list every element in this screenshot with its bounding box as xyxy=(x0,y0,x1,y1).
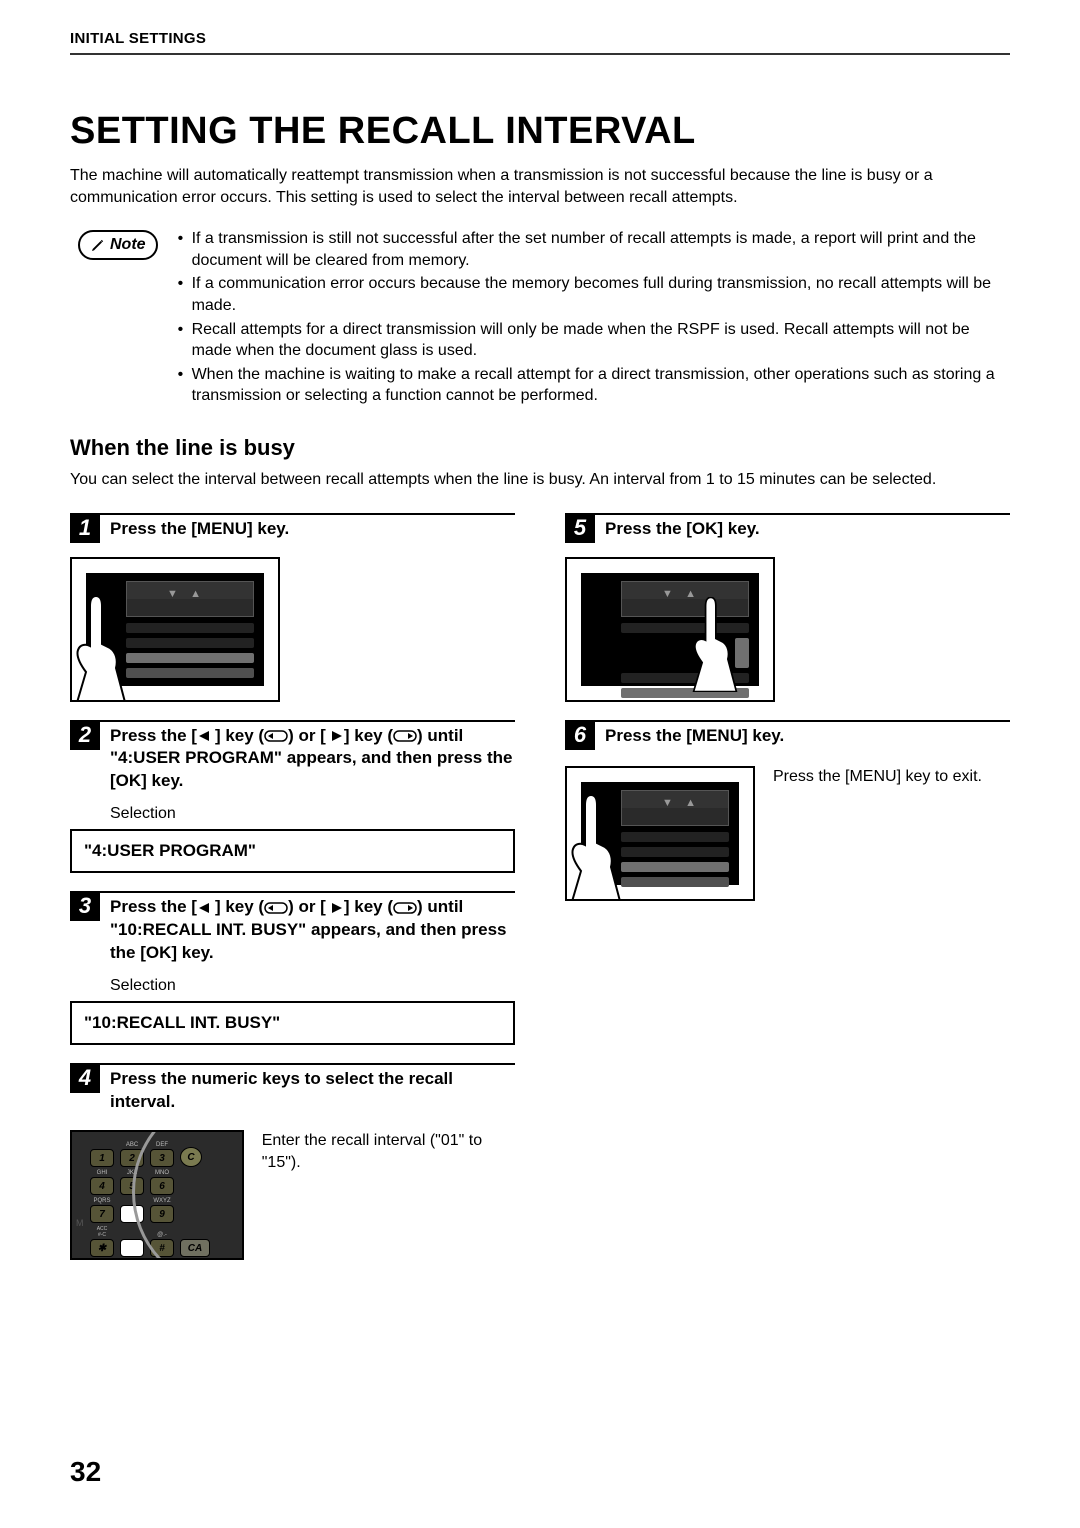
left-arrow-icon xyxy=(197,730,215,742)
step-2: 2 Press the [] key () or [] key () until… xyxy=(70,720,515,874)
left-column: 1 Press the [MENU] key. ▼ ▲ 2 Press the … xyxy=(70,513,515,1279)
subheading-desc: You can select the interval between reca… xyxy=(70,469,1010,491)
step-text: Press the numeric keys to select the rec… xyxy=(110,1065,515,1114)
step-text: Press the [MENU] key. xyxy=(605,722,784,748)
control-panel-illustration: ▼ ▲ xyxy=(565,766,755,901)
keypad-key-4: 4 xyxy=(90,1177,114,1195)
subheading: When the line is busy xyxy=(70,435,1010,461)
finger-icon xyxy=(565,795,631,901)
keypad-key-7: 7 xyxy=(90,1205,114,1223)
finger-icon xyxy=(70,596,136,702)
keypad-key-1: 1 xyxy=(90,1149,114,1167)
right-arrow-icon xyxy=(326,902,344,914)
keypad-key-0 xyxy=(120,1239,144,1257)
selection-box: "4:USER PROGRAM" xyxy=(70,829,515,873)
right-key-icon xyxy=(393,730,417,742)
note-item: When the machine is waiting to make a re… xyxy=(178,364,1010,407)
right-column: 5 Press the [OK] key. ▼ ▲ 6 Press the [M… xyxy=(565,513,1010,1279)
step-number: 2 xyxy=(70,720,100,750)
note-list: If a transmission is still not successfu… xyxy=(178,228,1010,409)
step-text: Press the [OK] key. xyxy=(605,515,760,541)
note-label: Note xyxy=(110,236,146,254)
right-arrow-icon xyxy=(326,730,344,742)
note-badge: Note xyxy=(78,230,158,260)
step-number: 5 xyxy=(565,513,595,543)
left-key-icon xyxy=(264,902,288,914)
intro-text: The machine will automatically reattempt… xyxy=(70,165,1010,208)
step-text: Press the [MENU] key. xyxy=(110,515,289,541)
pencil-icon xyxy=(90,237,106,253)
step-4: 4 Press the numeric keys to select the r… xyxy=(70,1063,515,1260)
note-item: If a communication error occurs because … xyxy=(178,273,1010,316)
left-key-icon xyxy=(264,730,288,742)
control-panel-illustration: ▼ ▲ xyxy=(70,557,280,702)
keypad-illustration: M 1 ABC2 DEF3 C GHI4 JKL5 MNO6 PQRS7 xyxy=(70,1130,244,1260)
page-title: SETTING THE RECALL INTERVAL xyxy=(70,110,1010,153)
step-text: Press the [] key () or [] key () until "… xyxy=(110,893,515,965)
selection-label: Selection xyxy=(110,977,515,995)
step-body-text: Enter the recall interval ("01" to "15")… xyxy=(262,1120,515,1173)
step-text: Press the [] key () or [] key () until "… xyxy=(110,722,515,794)
step-6: 6 Press the [MENU] key. ▼ ▲ Press the [M… xyxy=(565,720,1010,901)
page-number: 32 xyxy=(70,1456,101,1488)
step-5: 5 Press the [OK] key. ▼ ▲ xyxy=(565,513,1010,702)
step-number: 1 xyxy=(70,513,100,543)
keypad-key-star: ✱ xyxy=(90,1239,114,1257)
selection-label: Selection xyxy=(110,805,515,823)
step-number: 4 xyxy=(70,1063,100,1093)
left-arrow-icon xyxy=(197,902,215,914)
step-body-text: Press the [MENU] key to exit. xyxy=(773,760,982,788)
step-number: 3 xyxy=(70,891,100,921)
note-item: If a transmission is still not successfu… xyxy=(178,228,1010,271)
step-1: 1 Press the [MENU] key. ▼ ▲ xyxy=(70,513,515,702)
selection-box: "10:RECALL INT. BUSY" xyxy=(70,1001,515,1045)
note-block: Note If a transmission is still not succ… xyxy=(70,228,1010,409)
finger-icon xyxy=(685,597,745,692)
right-key-icon xyxy=(393,902,417,914)
note-item: Recall attempts for a direct transmissio… xyxy=(178,319,1010,362)
step-number: 6 xyxy=(565,720,595,750)
step-3: 3 Press the [] key () or [] key () until… xyxy=(70,891,515,1045)
section-header: INITIAL SETTINGS xyxy=(70,30,1010,55)
control-panel-illustration: ▼ ▲ xyxy=(565,557,775,702)
